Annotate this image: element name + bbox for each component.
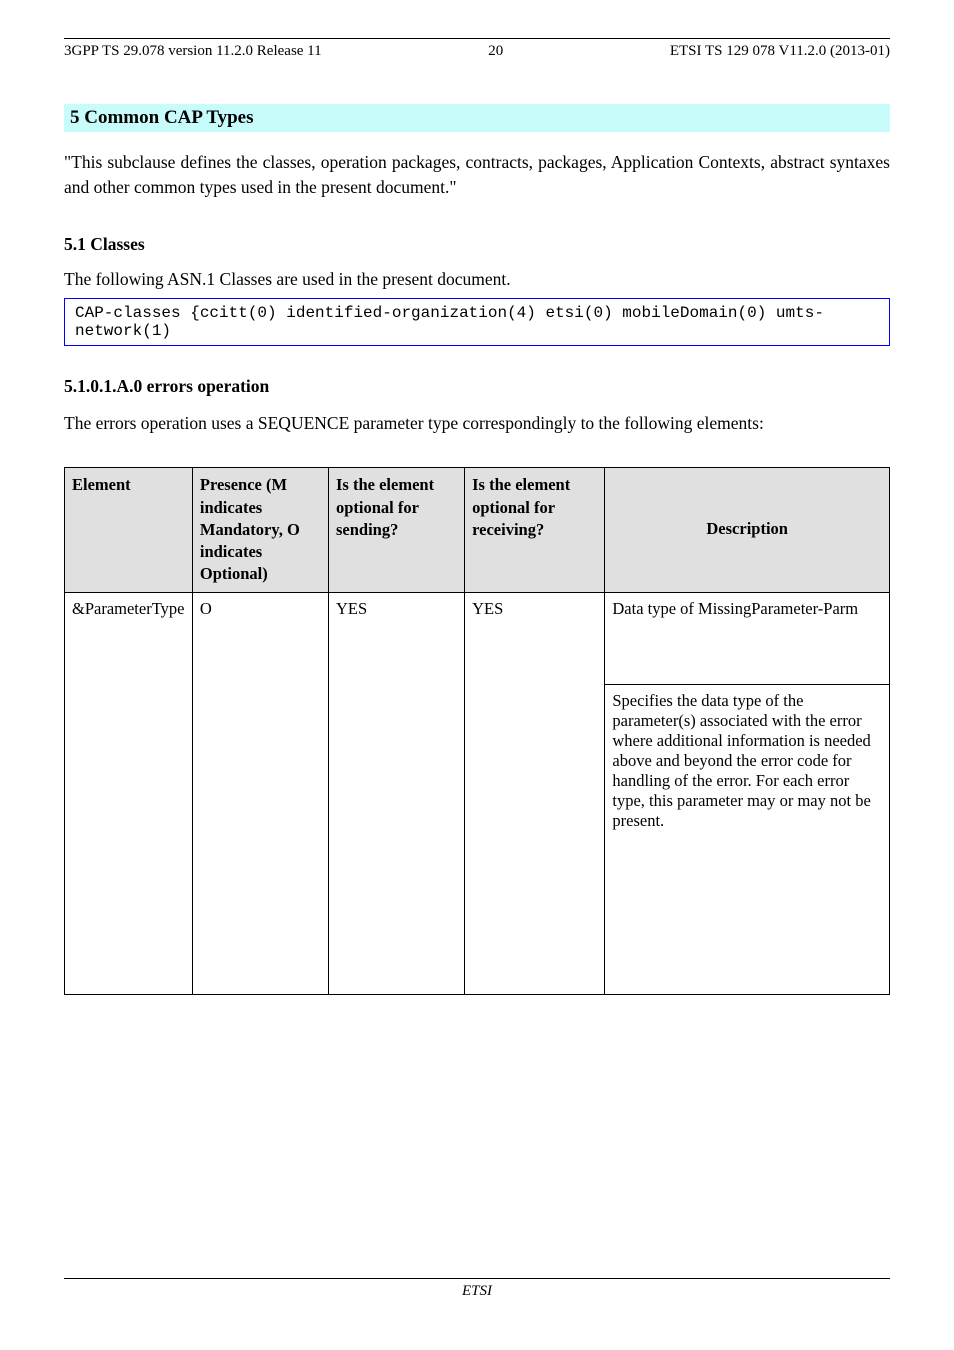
cell-desc-2: Specifies the data type of the parameter… [605, 684, 890, 994]
header-right: ETSI TS 129 078 V11.2.0 (2013-01) [670, 43, 890, 60]
cell-desc-1: Data type of MissingParameter-Parm [605, 592, 890, 684]
th-presence: Presence (M indicates Mandatory, O indic… [192, 468, 328, 592]
cell-send: YES [329, 592, 465, 994]
cell-element: &ParameterType [65, 592, 193, 994]
th-description: Description [605, 468, 890, 592]
header-left: 3GPP TS 29.078 version 11.2.0 Release 11 [64, 43, 322, 60]
classes-paragraph: The following ASN.1 Classes are used in … [64, 267, 890, 292]
errors-paragraph: The errors operation uses a SEQUENCE par… [64, 411, 890, 436]
header-page: 20 [488, 43, 503, 60]
asn1-code-box: CAP-classes {ccitt(0) identified-organiz… [64, 298, 890, 346]
section-title: 5 Common CAP Types [64, 104, 890, 132]
th-send: Is the element optional for sending? [329, 468, 465, 592]
footer-org: ETSI [462, 1283, 492, 1300]
th-recv: Is the element optional for receiving? [465, 468, 605, 592]
heading-errors: 5.1.0.1.A.0 errors operation [64, 376, 890, 397]
intro-paragraph: "This subclause defines the classes, ope… [64, 150, 890, 200]
header: 3GPP TS 29.078 version 11.2.0 Release 11… [64, 43, 890, 60]
table-row: &ParameterType O YES YES Data type of Mi… [65, 592, 890, 684]
th-element: Element [65, 468, 193, 592]
elements-table: Element Presence (M indicates Mandatory,… [64, 467, 890, 994]
cell-presence: O [192, 592, 328, 994]
header-rule [64, 38, 890, 39]
heading-classes: 5.1 Classes [64, 234, 890, 255]
cell-recv: YES [465, 592, 605, 994]
footer-rule [64, 1278, 890, 1279]
footer: ETSI [64, 1278, 890, 1300]
